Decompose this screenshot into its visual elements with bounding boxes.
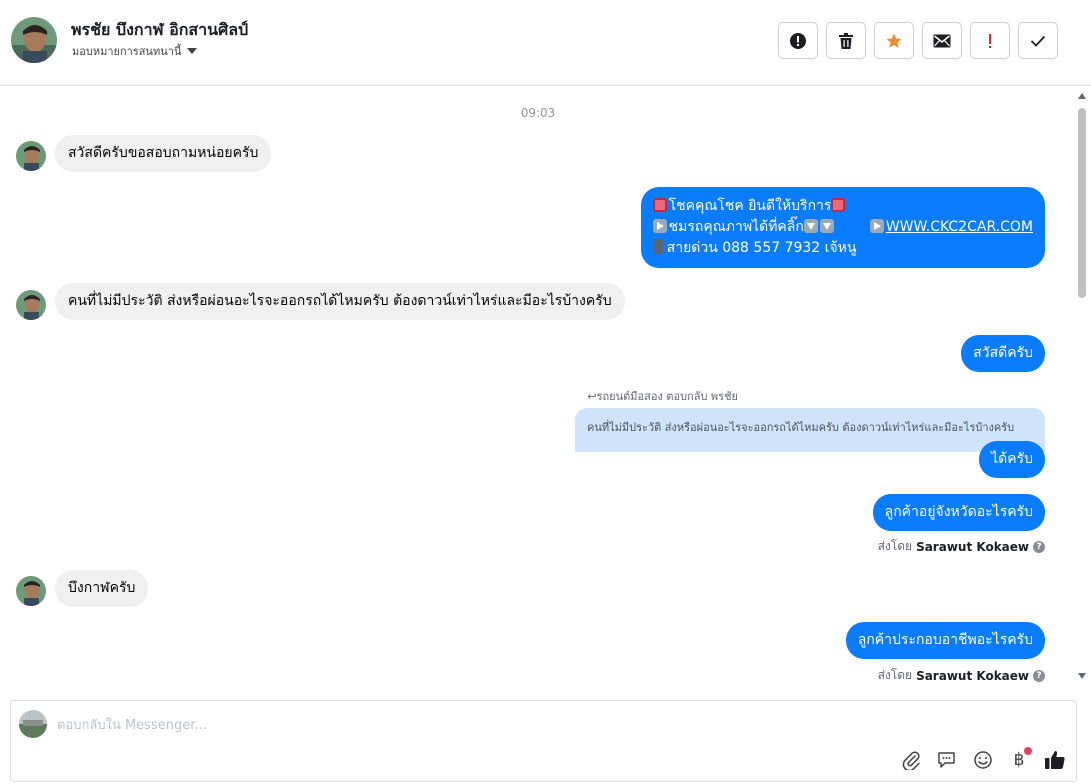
incoming-message[interactable]: สวัสดีครับขอสอบถามหน่อยครับ [55,135,272,172]
help-icon[interactable]: ? [1033,669,1045,682]
paperclip-icon [902,751,920,770]
delete-button[interactable] [826,22,866,59]
message-input[interactable] [57,715,957,735]
reply-meta: ↩รถยนต์มือสอง ตอบกลับ พรชัย [587,390,738,403]
message-line: สายด่วน 088 557 7932 เจ้หนู [652,238,1033,259]
sender-avatar [16,290,46,320]
star-button[interactable] [874,22,914,59]
outgoing-message[interactable]: โชคคุณโชค ยินดีให้บริการ ชมรถคุณภาพได้ที… [640,187,1045,268]
outgoing-message[interactable]: สวัสดีครับ [961,335,1045,372]
done-button[interactable] [1018,22,1058,59]
envelope-icon [933,34,951,47]
incoming-message[interactable]: บึงกาฬครับ [55,570,149,607]
sender-avatar [16,576,46,606]
play-button-emoji-icon [869,219,884,233]
outgoing-message[interactable]: ลูกค้าประกอบอาชีพอะไรครับ [845,622,1045,659]
exclamation-circle-icon [790,32,806,49]
red-square-emoji-icon [652,198,667,212]
red-square-emoji-icon [831,198,846,212]
like-button[interactable] [1042,747,1068,773]
reply-composer: ฿ [10,700,1077,782]
assign-conversation-dropdown[interactable]: มอบหมายการสนทนานี้ [72,42,198,60]
page-avatar [19,710,47,738]
message-thread[interactable]: 09:03 สวัสดีครับขอสอบถามหน่อยครับ โชคคุณ… [0,86,1091,694]
reply-arrow-icon: ↩ [587,390,597,403]
scrollbar-thumb[interactable] [1078,108,1086,298]
check-icon [1030,35,1046,47]
baht-icon: ฿ [1013,750,1025,770]
quoted-message[interactable]: คนที่ไม่มีประวัติ ส่งหรือผ่อนอะไรจะออกรถ… [575,408,1045,452]
trash-icon [839,32,853,49]
star-icon [886,33,902,48]
emoji-button[interactable] [970,747,996,773]
incoming-message[interactable]: คนที่ไม่มีประวัติ ส่งหรือผ่อนอะไรจะออกรถ… [55,283,625,320]
spam-button[interactable] [778,22,818,59]
caret-down-icon [187,48,198,54]
thumbs-up-icon [1045,751,1065,769]
down-arrow-emoji-icon [819,219,834,233]
attach-button[interactable] [898,747,924,773]
message-timestamp: 09:03 [520,106,556,120]
exclamation-icon [989,33,991,48]
sent-by-label: ส่งโดย Sarawut Kokaew ? [878,666,1045,685]
website-link[interactable]: WWW.CKC2CAR.COM [886,219,1033,235]
payment-button[interactable]: ฿ [1006,747,1032,773]
inbox-conversation: พรชัย บึงกาฬ อิกสานศิลป์ มอบหมายการสนทนา… [0,0,1091,784]
notification-dot [1024,747,1032,755]
scroll-up-arrow[interactable] [1078,93,1086,99]
outgoing-message[interactable]: ลูกค้าอยู่จังหวัดอะไรครับ [872,494,1045,531]
contact-name[interactable]: พรชัย บึงกาฬ อิกสานศิลป์ [71,18,248,43]
chat-bubbles-icon [938,752,955,768]
mark-unread-button[interactable] [922,22,962,59]
smiley-icon [974,751,992,769]
sender-avatar [16,141,46,171]
assign-label: มอบหมายการสนทนานี้ [72,45,182,58]
message-line: โชคคุณโชค ยินดีให้บริการ [652,196,1033,217]
contact-avatar[interactable] [11,17,57,63]
sent-by-label: ส่งโดย Sarawut Kokaew ? [878,537,1045,556]
follow-up-button[interactable] [970,22,1010,59]
mobile-phone-emoji-icon [652,239,663,254]
outgoing-message[interactable]: ได้ครับ [979,441,1045,478]
play-button-emoji-icon [652,219,667,233]
message-line: ชมรถคุณภาพได้ที่คลิ๊ก WWW.CKC2CAR.COM [652,217,1033,238]
saved-replies-button[interactable] [934,747,960,773]
scroll-down-arrow[interactable] [1078,673,1086,679]
help-icon[interactable]: ? [1033,540,1045,553]
down-arrow-emoji-icon [803,219,818,233]
conversation-header: พรชัย บึงกาฬ อิกสานศิลป์ มอบหมายการสนทนา… [0,0,1091,86]
